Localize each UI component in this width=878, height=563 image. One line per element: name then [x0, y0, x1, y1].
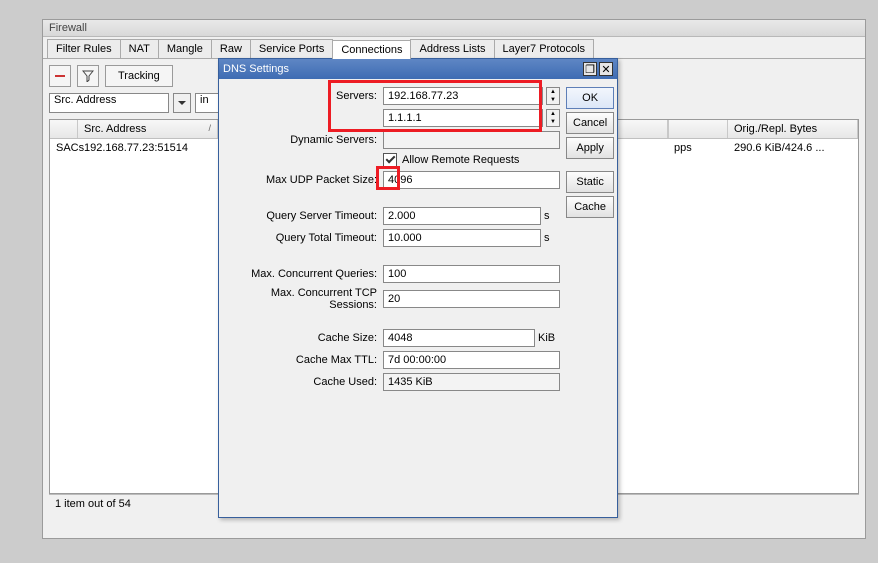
check-icon [385, 154, 395, 164]
servers-input-1[interactable] [383, 87, 543, 105]
cancel-button[interactable]: Cancel [566, 112, 614, 134]
allow-remote-requests-checkbox[interactable] [383, 153, 397, 167]
label-max-concurrent-tcp: Max. Concurrent TCP Sessions: [227, 287, 377, 311]
dns-title-text: DNS Settings [223, 63, 289, 75]
label-cache-max-ttl: Cache Max TTL: [227, 354, 377, 366]
tab-raw[interactable]: Raw [211, 39, 251, 58]
firewall-tabs: Filter Rules NAT Mangle Raw Service Port… [43, 37, 865, 59]
dns-titlebar[interactable]: DNS Settings ❐ ✕ [219, 59, 617, 79]
servers-input-2[interactable] [383, 109, 543, 127]
tab-nat[interactable]: NAT [120, 39, 159, 58]
filter-field-select[interactable]: Src. Address [49, 93, 169, 113]
unit-s-2: s [544, 232, 560, 244]
max-udp-input[interactable] [383, 171, 560, 189]
funnel-icon [82, 70, 94, 82]
cache-size-input[interactable] [383, 329, 535, 347]
minus-icon [54, 70, 66, 82]
restore-icon: ❐ [585, 63, 595, 76]
dns-side-buttons: OK Cancel Apply Static Cache [566, 87, 614, 391]
tab-address-lists[interactable]: Address Lists [410, 39, 494, 58]
label-max-concurrent-queries: Max. Concurrent Queries: [227, 268, 377, 280]
label-allow-remote: Allow Remote Requests [402, 154, 519, 166]
query-server-timeout-input[interactable] [383, 207, 541, 225]
cache-used-field [383, 373, 560, 391]
servers-1-spinner[interactable]: ▲▼ [546, 87, 560, 105]
apply-button[interactable]: Apply [566, 137, 614, 159]
cell-src-address: 192.168.77.23:51514 [78, 139, 218, 157]
label-query-total-timeout: Query Total Timeout: [227, 232, 377, 244]
filter-button[interactable] [77, 65, 99, 87]
close-icon: ✕ [601, 63, 610, 76]
label-dynamic-servers: Dynamic Servers: [227, 134, 377, 146]
label-cache-used: Cache Used: [227, 376, 377, 388]
cell-flag: SACs [50, 139, 78, 157]
col-flag[interactable] [50, 120, 78, 138]
col-rate[interactable] [668, 120, 728, 138]
cache-max-ttl-input[interactable] [383, 351, 560, 369]
dns-settings-dialog: DNS Settings ❐ ✕ Servers: ▲▼ ▲▼ [218, 58, 618, 518]
tab-filter-rules[interactable]: Filter Rules [47, 39, 121, 58]
tab-layer7-protocols[interactable]: Layer7 Protocols [494, 39, 595, 58]
filter-op-select[interactable]: in [195, 93, 219, 113]
col-src-address[interactable]: Src. Address/ [78, 120, 218, 138]
col-bytes[interactable]: Orig./Repl. Bytes [728, 120, 858, 138]
restore-button[interactable]: ❐ [583, 62, 597, 76]
label-servers: Servers: [227, 90, 377, 102]
dynamic-servers-field [383, 131, 560, 149]
label-cache-size: Cache Size: [227, 332, 377, 344]
tab-connections[interactable]: Connections [332, 40, 411, 59]
cell-rate: pps [668, 139, 728, 157]
unit-kib: KiB [538, 332, 560, 344]
close-button[interactable]: ✕ [599, 62, 613, 76]
label-query-server-timeout: Query Server Timeout: [227, 210, 377, 222]
cell-bytes: 290.6 KiB/424.6 ... [728, 139, 858, 157]
firewall-title: Firewall [43, 20, 865, 37]
static-button[interactable]: Static [566, 171, 614, 193]
max-concurrent-queries-input[interactable] [383, 265, 560, 283]
filter-field-dropdown[interactable] [173, 93, 191, 113]
tab-mangle[interactable]: Mangle [158, 39, 212, 58]
max-concurrent-tcp-input[interactable] [383, 290, 560, 308]
ok-button[interactable]: OK [566, 87, 614, 109]
query-total-timeout-input[interactable] [383, 229, 541, 247]
tracking-button[interactable]: Tracking [105, 65, 173, 87]
label-max-udp: Max UDP Packet Size: [227, 174, 377, 186]
dns-form: Servers: ▲▼ ▲▼ Dynamic Servers: [227, 87, 560, 391]
cache-button[interactable]: Cache [566, 196, 614, 218]
remove-button[interactable] [49, 65, 71, 87]
servers-2-spinner[interactable]: ▲▼ [546, 109, 560, 127]
sort-asc-icon: / [208, 123, 211, 133]
unit-s-1: s [544, 210, 560, 222]
tab-service-ports[interactable]: Service Ports [250, 39, 333, 58]
chevron-down-icon [176, 97, 188, 109]
